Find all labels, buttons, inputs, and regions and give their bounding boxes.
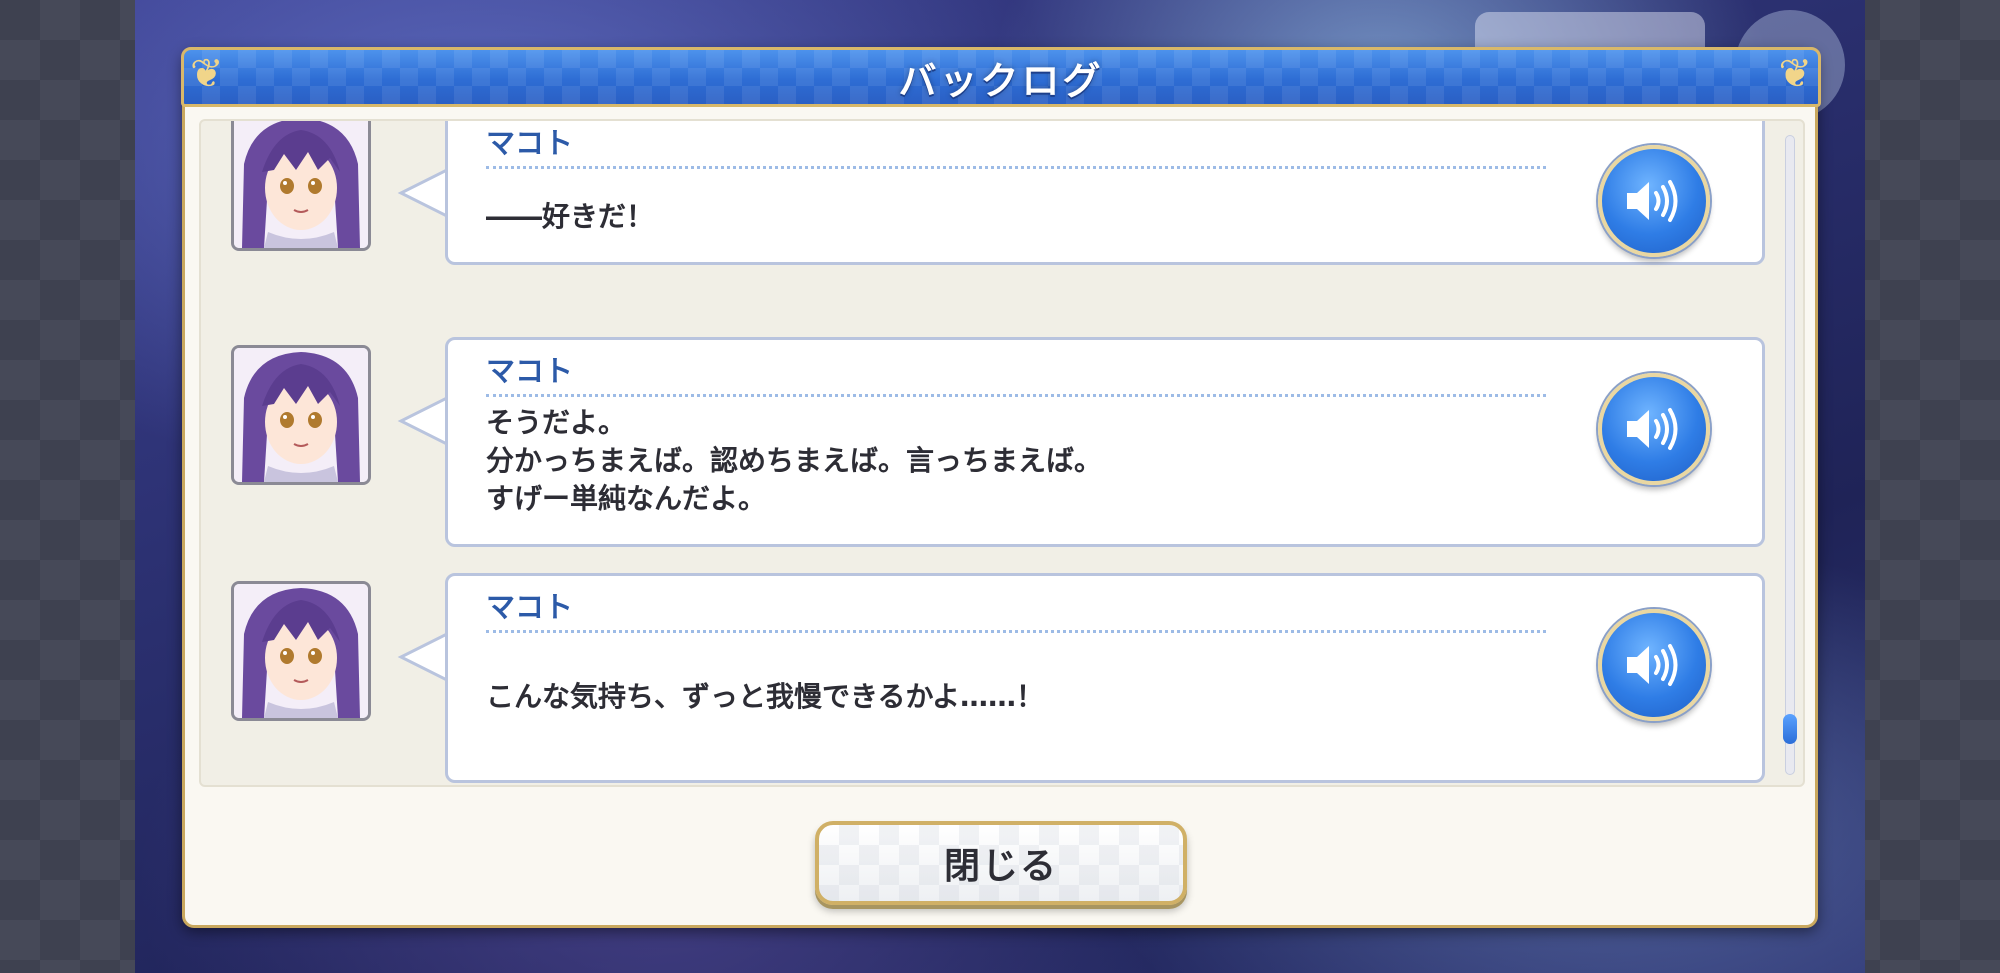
close-button[interactable]: 閉じる xyxy=(815,821,1187,905)
corner-ornament-left-icon: ❦ xyxy=(190,51,224,97)
speaker-icon xyxy=(1627,644,1678,686)
dialogue-bubble: マコト ――好きだ！ xyxy=(445,121,1765,265)
speaker-separator xyxy=(486,166,1546,169)
backlog-dialog: ❦ バックログ ❦ マコト ――好きだ！ マコト そうだよ。 分かっちまえば。認… xyxy=(181,47,1821,928)
dialogue-text: こんな気持ち、ずっと我慢できるかよ……！ xyxy=(486,680,1045,713)
backlog-entry: マコト こんな気持ち、ずっと我慢できるかよ……！ xyxy=(201,573,1803,785)
speaker-separator xyxy=(486,630,1546,633)
dialogue-bubble: マコト こんな気持ち、ずっと我慢できるかよ……！ xyxy=(445,573,1765,783)
speaker-icon xyxy=(1627,408,1678,450)
backlog-list[interactable]: マコト ――好きだ！ マコト そうだよ。 分かっちまえば。認めちまえば。言っちま… xyxy=(199,119,1805,787)
character-portrait xyxy=(231,581,371,721)
voice-replay-button[interactable] xyxy=(1598,609,1710,721)
backlog-scrollbar[interactable] xyxy=(1783,135,1797,775)
dialogue-bubble: マコト そうだよ。 分かっちまえば。認めちまえば。言っちまえば。 すげー単純なん… xyxy=(445,337,1765,547)
character-portrait xyxy=(231,121,371,251)
backlog-title: バックログ xyxy=(898,58,1104,103)
voice-replay-button[interactable] xyxy=(1598,145,1710,257)
scrollbar-thumb[interactable] xyxy=(1783,714,1797,744)
speaker-separator xyxy=(486,394,1546,397)
character-portrait xyxy=(231,345,371,485)
close-button-label: 閉じる xyxy=(943,846,1058,887)
speaker-name: マコト xyxy=(486,126,574,160)
corner-ornament-right-icon: ❦ xyxy=(1778,51,1812,97)
speaker-icon xyxy=(1627,180,1678,222)
dialogue-text: そうだよ。 分かっちまえば。認めちまえば。言っちまえば。 すげー単純なんだよ。 xyxy=(486,406,1103,515)
speaker-name: マコト xyxy=(486,354,574,388)
voice-replay-button[interactable] xyxy=(1598,373,1710,485)
backlog-title-bar: ❦ バックログ ❦ xyxy=(181,47,1821,107)
speaker-name: マコト xyxy=(486,590,574,624)
dialogue-text: ――好きだ！ xyxy=(486,200,655,233)
backlog-entry: マコト ――好きだ！ xyxy=(201,121,1803,265)
backlog-entry: マコト そうだよ。 分かっちまえば。認めちまえば。言っちまえば。 すげー単純なん… xyxy=(201,337,1803,555)
